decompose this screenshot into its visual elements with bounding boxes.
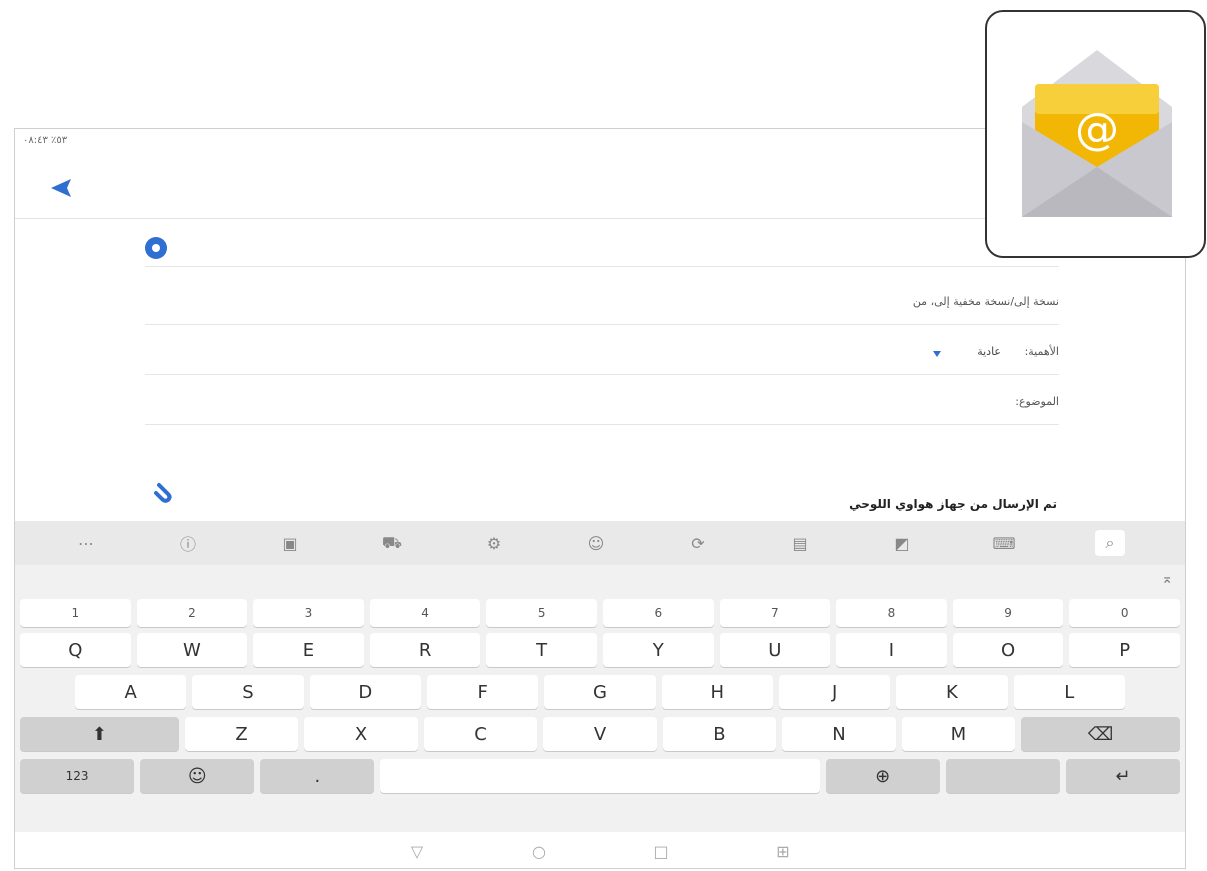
bottom-row: 123 ☺ . ⊕ ↵ (15, 759, 1185, 793)
key-x[interactable]: X (304, 717, 418, 751)
key-5[interactable]: 5 (486, 599, 597, 627)
clipboard-icon[interactable]: ▤ (789, 532, 811, 554)
status-text: ٥٣٪ ٠٨:٤٣ (23, 135, 68, 146)
punctuation-key[interactable] (945, 759, 1060, 793)
svg-text:@: @ (1075, 104, 1119, 155)
key-1[interactable]: 1 (20, 599, 131, 627)
cc-bcc-row[interactable]: نسخة إلى/نسخة مخفية إلى، من (145, 281, 1059, 325)
key-r[interactable]: R (369, 633, 481, 667)
keyboard-toolbar: ⋯ ⓘ ▣ ⛟ ⚙ ☺ ⟳ ▤ ◩ ⌨ ⌕ (15, 521, 1185, 565)
key-e[interactable]: E (253, 633, 364, 667)
compose-form: نسخة إلى/نسخة مخفية إلى، من الأهمية: عاد… (15, 219, 1185, 519)
key-n[interactable]: N (782, 717, 896, 751)
email-app-card: @ (985, 10, 1206, 258)
stage: ٥٣٪ ٠٨:٤٣ نسخة إلى/نسخة مخفية إلى، من ال… (0, 0, 1207, 871)
globe-icon: ⊕ (875, 765, 891, 787)
key-j[interactable]: J (778, 675, 891, 709)
subject-field[interactable]: الموضوع: (145, 381, 1059, 425)
sticker-icon[interactable]: ◩ (891, 532, 913, 554)
settings-icon[interactable]: ⚙ (483, 532, 505, 554)
key-w[interactable]: W (136, 633, 248, 667)
key-l[interactable]: L (1013, 675, 1125, 709)
car-icon[interactable]: ⛟ (381, 532, 403, 554)
enter-key[interactable]: ↵ (1065, 759, 1180, 793)
key-k[interactable]: K (896, 675, 1008, 709)
key-9[interactable]: 9 (952, 599, 1064, 627)
collapse-keyboard-icon[interactable]: ⌅ (1161, 571, 1173, 587)
gallery-icon[interactable]: ▣ (279, 532, 301, 554)
sync-icon[interactable]: ⟳ (687, 532, 709, 554)
keyboard-icon[interactable]: ⌨ (992, 532, 1015, 554)
key-i[interactable]: I (836, 633, 947, 667)
more-icon[interactable]: ⋯ (75, 532, 97, 554)
cc-bcc-label: نسخة إلى/نسخة مخفية إلى، من (912, 295, 1059, 308)
key-f[interactable]: F (426, 675, 539, 709)
key-c[interactable]: C (423, 717, 538, 751)
recents-icon[interactable]: □ (650, 840, 672, 862)
backspace-key[interactable]: ⌫ (1021, 717, 1180, 751)
key-y[interactable]: Y (602, 633, 714, 667)
priority-select[interactable]: عادية (977, 345, 1001, 358)
key-s[interactable]: S (192, 675, 304, 709)
priority-row: الأهمية: عادية (145, 331, 1059, 375)
emoji-key-icon: ☺ (187, 765, 207, 787)
key-0[interactable]: 0 (1069, 599, 1180, 627)
key-q[interactable]: Q (20, 633, 131, 667)
priority-label: الأهمية: (1024, 345, 1059, 358)
globe-key[interactable]: ⊕ (825, 759, 940, 793)
key-d[interactable]: D (309, 675, 421, 709)
emoji-key[interactable]: ☺ (140, 759, 255, 793)
chevron-down-icon[interactable] (933, 351, 941, 357)
key-t[interactable]: T (486, 633, 597, 667)
key-3[interactable]: 3 (253, 599, 364, 627)
shift-icon: ⬆ (91, 723, 107, 745)
key-g[interactable]: G (544, 675, 656, 709)
search-icon[interactable]: ⌕ (1095, 530, 1125, 556)
number-row: 1 2 3 4 5 6 7 8 9 0 (15, 599, 1185, 627)
key-u[interactable]: U (719, 633, 831, 667)
letter-row-3: ⬆ Z X C V B N M ⌫ (15, 717, 1185, 751)
key-p[interactable]: P (1069, 633, 1180, 667)
navigation-bar: ▽ ○ □ ⊞ (15, 832, 1185, 868)
subject-label: الموضوع: (1015, 395, 1059, 408)
email-app-icon: @ (1022, 50, 1172, 217)
letter-row-1: Q W E R T Y U I O P (15, 633, 1185, 667)
period-key[interactable]: . (260, 759, 375, 793)
backspace-icon: ⌫ (1087, 723, 1114, 745)
info-icon[interactable]: ⓘ (177, 532, 199, 554)
signature-text[interactable]: تم الإرسال من جهاز هواوي اللوحي (849, 497, 1057, 511)
key-8[interactable]: 8 (836, 599, 947, 627)
key-v[interactable]: V (543, 717, 657, 751)
key-4[interactable]: 4 (369, 599, 481, 627)
letter-row-2: A S D F G H J K L (15, 675, 1185, 709)
send-icon[interactable] (49, 177, 73, 199)
key-h[interactable]: H (661, 675, 773, 709)
enter-icon: ↵ (1115, 765, 1131, 787)
mode-key[interactable]: 123 (20, 759, 135, 793)
attachment-icon[interactable] (153, 481, 175, 503)
keyboard: ⋯ ⓘ ▣ ⛟ ⚙ ☺ ⟳ ▤ ◩ ⌨ ⌕ ⌅ 1 2 3 4 5 6 7 8 … (15, 521, 1185, 868)
emoji-icon[interactable]: ☺ (585, 532, 607, 554)
key-a[interactable]: A (75, 675, 187, 709)
key-m[interactable]: M (901, 717, 1016, 751)
shift-key[interactable]: ⬆ (20, 717, 179, 751)
key-o[interactable]: O (952, 633, 1064, 667)
to-field[interactable] (145, 229, 1059, 267)
home-icon[interactable]: ○ (528, 840, 550, 862)
key-2[interactable]: 2 (136, 599, 248, 627)
key-7[interactable]: 7 (719, 599, 831, 627)
key-z[interactable]: Z (184, 717, 299, 751)
keyboard-switch-icon[interactable]: ⊞ (772, 840, 794, 862)
back-icon[interactable]: ▽ (406, 840, 428, 862)
key-b[interactable]: B (662, 717, 777, 751)
key-6[interactable]: 6 (602, 599, 714, 627)
space-key[interactable] (380, 759, 820, 793)
